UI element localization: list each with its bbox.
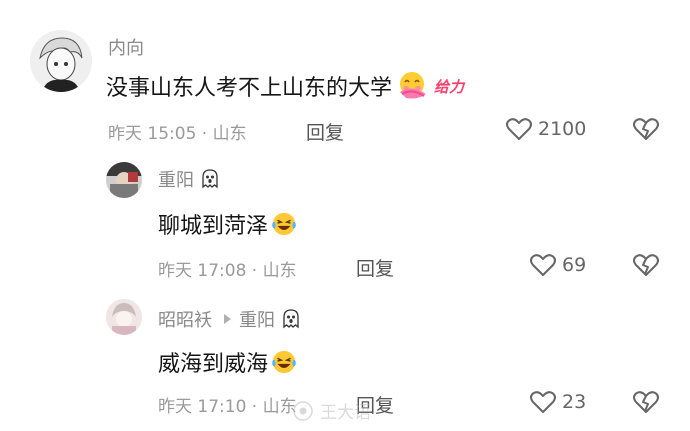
comment-1-timestamp-location: 昨天 15:05 · 山东 [108, 124, 247, 144]
ghost-icon [202, 169, 218, 189]
comment-1-username[interactable]: 内向 [108, 34, 144, 60]
watermark-text: 王大语 [320, 403, 371, 423]
comment-1-dislike-button[interactable] [633, 117, 659, 145]
avatar-comment-2[interactable] [106, 162, 142, 198]
sticker-label: 给力 [434, 77, 465, 96]
comment-1-reply-button[interactable]: 回复 [306, 118, 344, 145]
hug-sticker: 给力 [396, 70, 464, 102]
comment-2-text: 聊城到菏泽 [158, 214, 269, 239]
comment-3-text-row: 威海到威海 [158, 346, 297, 378]
broken-heart-icon [633, 391, 659, 413]
comment-1-text-row: 没事山东人考不上山东的大学 给力 [106, 70, 464, 102]
watermark: 王大语 [292, 398, 371, 423]
comment-2-like-button[interactable]: 69 [530, 253, 586, 277]
comment-3-like-button[interactable]: 23 [530, 390, 586, 414]
ghost-icon [283, 309, 299, 329]
comment-3-like-count: 23 [562, 391, 587, 413]
comment-3-text: 威海到威海 [158, 352, 269, 377]
avatar-comment-1[interactable] [30, 30, 92, 92]
comment-3-username[interactable]: 昭昭袄 [158, 306, 212, 332]
avatar-comment-3[interactable] [106, 299, 142, 335]
laughing-crying-emoji-icon [272, 212, 296, 236]
comment-3-reply-to-username[interactable]: 重阳 [239, 306, 275, 332]
heart-icon [530, 391, 556, 413]
comment-2-text-row: 聊城到菏泽 [158, 208, 297, 240]
heart-icon [530, 254, 556, 276]
comment-2-user-row: 重阳 [158, 166, 222, 192]
comment-3-dislike-button[interactable] [633, 390, 659, 418]
hug-emoji-icon [400, 72, 427, 99]
comment-2-username[interactable]: 重阳 [158, 166, 194, 192]
comment-2-dislike-button[interactable] [633, 253, 659, 281]
comment-2-reply-button[interactable]: 回复 [356, 254, 394, 281]
reply-arrow-icon [224, 314, 231, 324]
laughing-crying-emoji-icon [272, 350, 296, 374]
comment-2-like-count: 69 [562, 254, 587, 276]
broken-heart-icon [633, 118, 659, 140]
comment-3-timestamp-location: 昨天 17:10 · 山东 [158, 397, 297, 417]
heart-icon [506, 118, 532, 140]
comment-1-like-count: 2100 [538, 118, 587, 140]
comment-2-timestamp-location: 昨天 17:08 · 山东 [158, 261, 297, 281]
avatar-photo-image [106, 299, 142, 335]
comment-1-like-button[interactable]: 2100 [506, 117, 586, 141]
avatar-anime-boy-image [30, 30, 92, 92]
avatar-photo-image [106, 162, 142, 198]
broken-heart-icon [633, 254, 659, 276]
weibo-eye-logo-icon [293, 400, 313, 421]
comment-1-text: 没事山东人考不上山东的大学 [106, 76, 393, 101]
comment-3-user-row: 昭昭袄 重阳 [158, 306, 303, 332]
